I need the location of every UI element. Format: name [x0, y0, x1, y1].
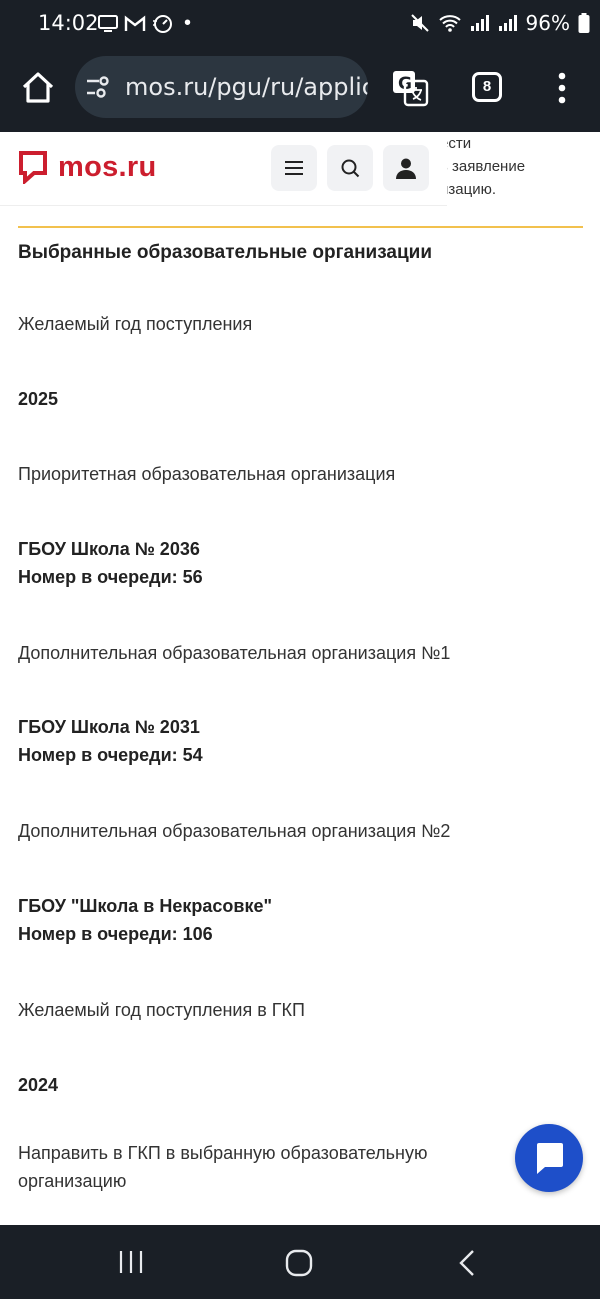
url-text: mos.ru/pgu/ru/application — [125, 73, 368, 101]
site-logo[interactable]: mos.ru — [18, 150, 157, 184]
priority-org-name: ГБОУ Школа № 2036 — [18, 539, 200, 559]
site-header: mos.ru — [0, 132, 447, 206]
status-bar: 14:02 • 96% — [0, 0, 600, 48]
recent-apps-icon[interactable] — [118, 1249, 144, 1275]
gkp-year-value: 2024 — [18, 1075, 59, 1095]
screen-cast-icon — [98, 14, 118, 32]
chat-icon — [537, 1143, 563, 1174]
notification-dot: • — [184, 12, 192, 34]
translate-icon[interactable]: G — [390, 68, 430, 108]
home-icon[interactable] — [18, 68, 58, 108]
signal-icon-2 — [498, 15, 517, 31]
desired-year-value: 2025 — [18, 389, 59, 409]
chat-button[interactable] — [515, 1124, 583, 1192]
additional-org1-queue: Номер в очереди: 54 — [18, 745, 203, 765]
web-page: ести ь заявление изацию. mos.ru Выбранны… — [0, 132, 600, 1225]
site-settings-icon[interactable] — [85, 74, 111, 100]
back-icon[interactable] — [456, 1249, 478, 1277]
site-menu-button[interactable] — [271, 145, 317, 191]
gmail-icon — [124, 15, 146, 31]
gkp-year-label: Желаемый год поступления в ГКП — [18, 1000, 305, 1020]
nav-home-icon[interactable] — [285, 1249, 313, 1277]
gkp-direct-label-line1: Направить в ГКП в выбранную образователь… — [18, 1143, 428, 1163]
priority-org-queue: Номер в очереди: 56 — [18, 567, 203, 587]
browser-toolbar: mos.ru/pgu/ru/application G 8 — [0, 48, 600, 132]
desired-year-label: Желаемый год поступления — [18, 314, 253, 334]
speed-icon — [153, 14, 172, 33]
hamburger-icon — [285, 161, 303, 175]
priority-org-label: Приоритетная образовательная организация — [18, 464, 396, 484]
background-text: ести ь заявление изацию. — [440, 135, 526, 198]
signal-icon — [470, 15, 489, 31]
gkp-direct-label-line2: организацию — [18, 1171, 127, 1191]
additional-org1-label: Дополнительная образовательная организац… — [18, 643, 451, 663]
logo-text: mos.ru — [58, 150, 157, 183]
wifi-icon — [438, 15, 461, 32]
site-search-button[interactable] — [327, 145, 373, 191]
system-nav-bar — [0, 1225, 600, 1299]
additional-org2-name: ГБОУ "Школа в Некрасовке" — [18, 896, 272, 916]
additional-org1-name: ГБОУ Школа № 2031 — [18, 717, 200, 737]
tab-count-button[interactable]: 8 — [472, 72, 502, 102]
user-icon — [396, 158, 416, 179]
battery-icon — [578, 13, 590, 33]
more-options-icon[interactable] — [549, 70, 575, 106]
status-time: 14:02 — [38, 11, 99, 35]
address-bar[interactable]: mos.ru/pgu/ru/application — [75, 56, 368, 118]
section-divider — [18, 226, 583, 228]
site-profile-button[interactable] — [383, 145, 429, 191]
mute-icon — [410, 14, 429, 32]
logo-mark-icon — [19, 151, 47, 184]
battery-percent: 96% — [525, 11, 570, 35]
search-icon — [341, 159, 360, 178]
additional-org2-label: Дополнительная образовательная организац… — [18, 821, 451, 841]
section-title: Выбранные образовательные организации — [18, 242, 433, 263]
additional-org2-queue: Номер в очереди: 106 — [18, 924, 213, 944]
